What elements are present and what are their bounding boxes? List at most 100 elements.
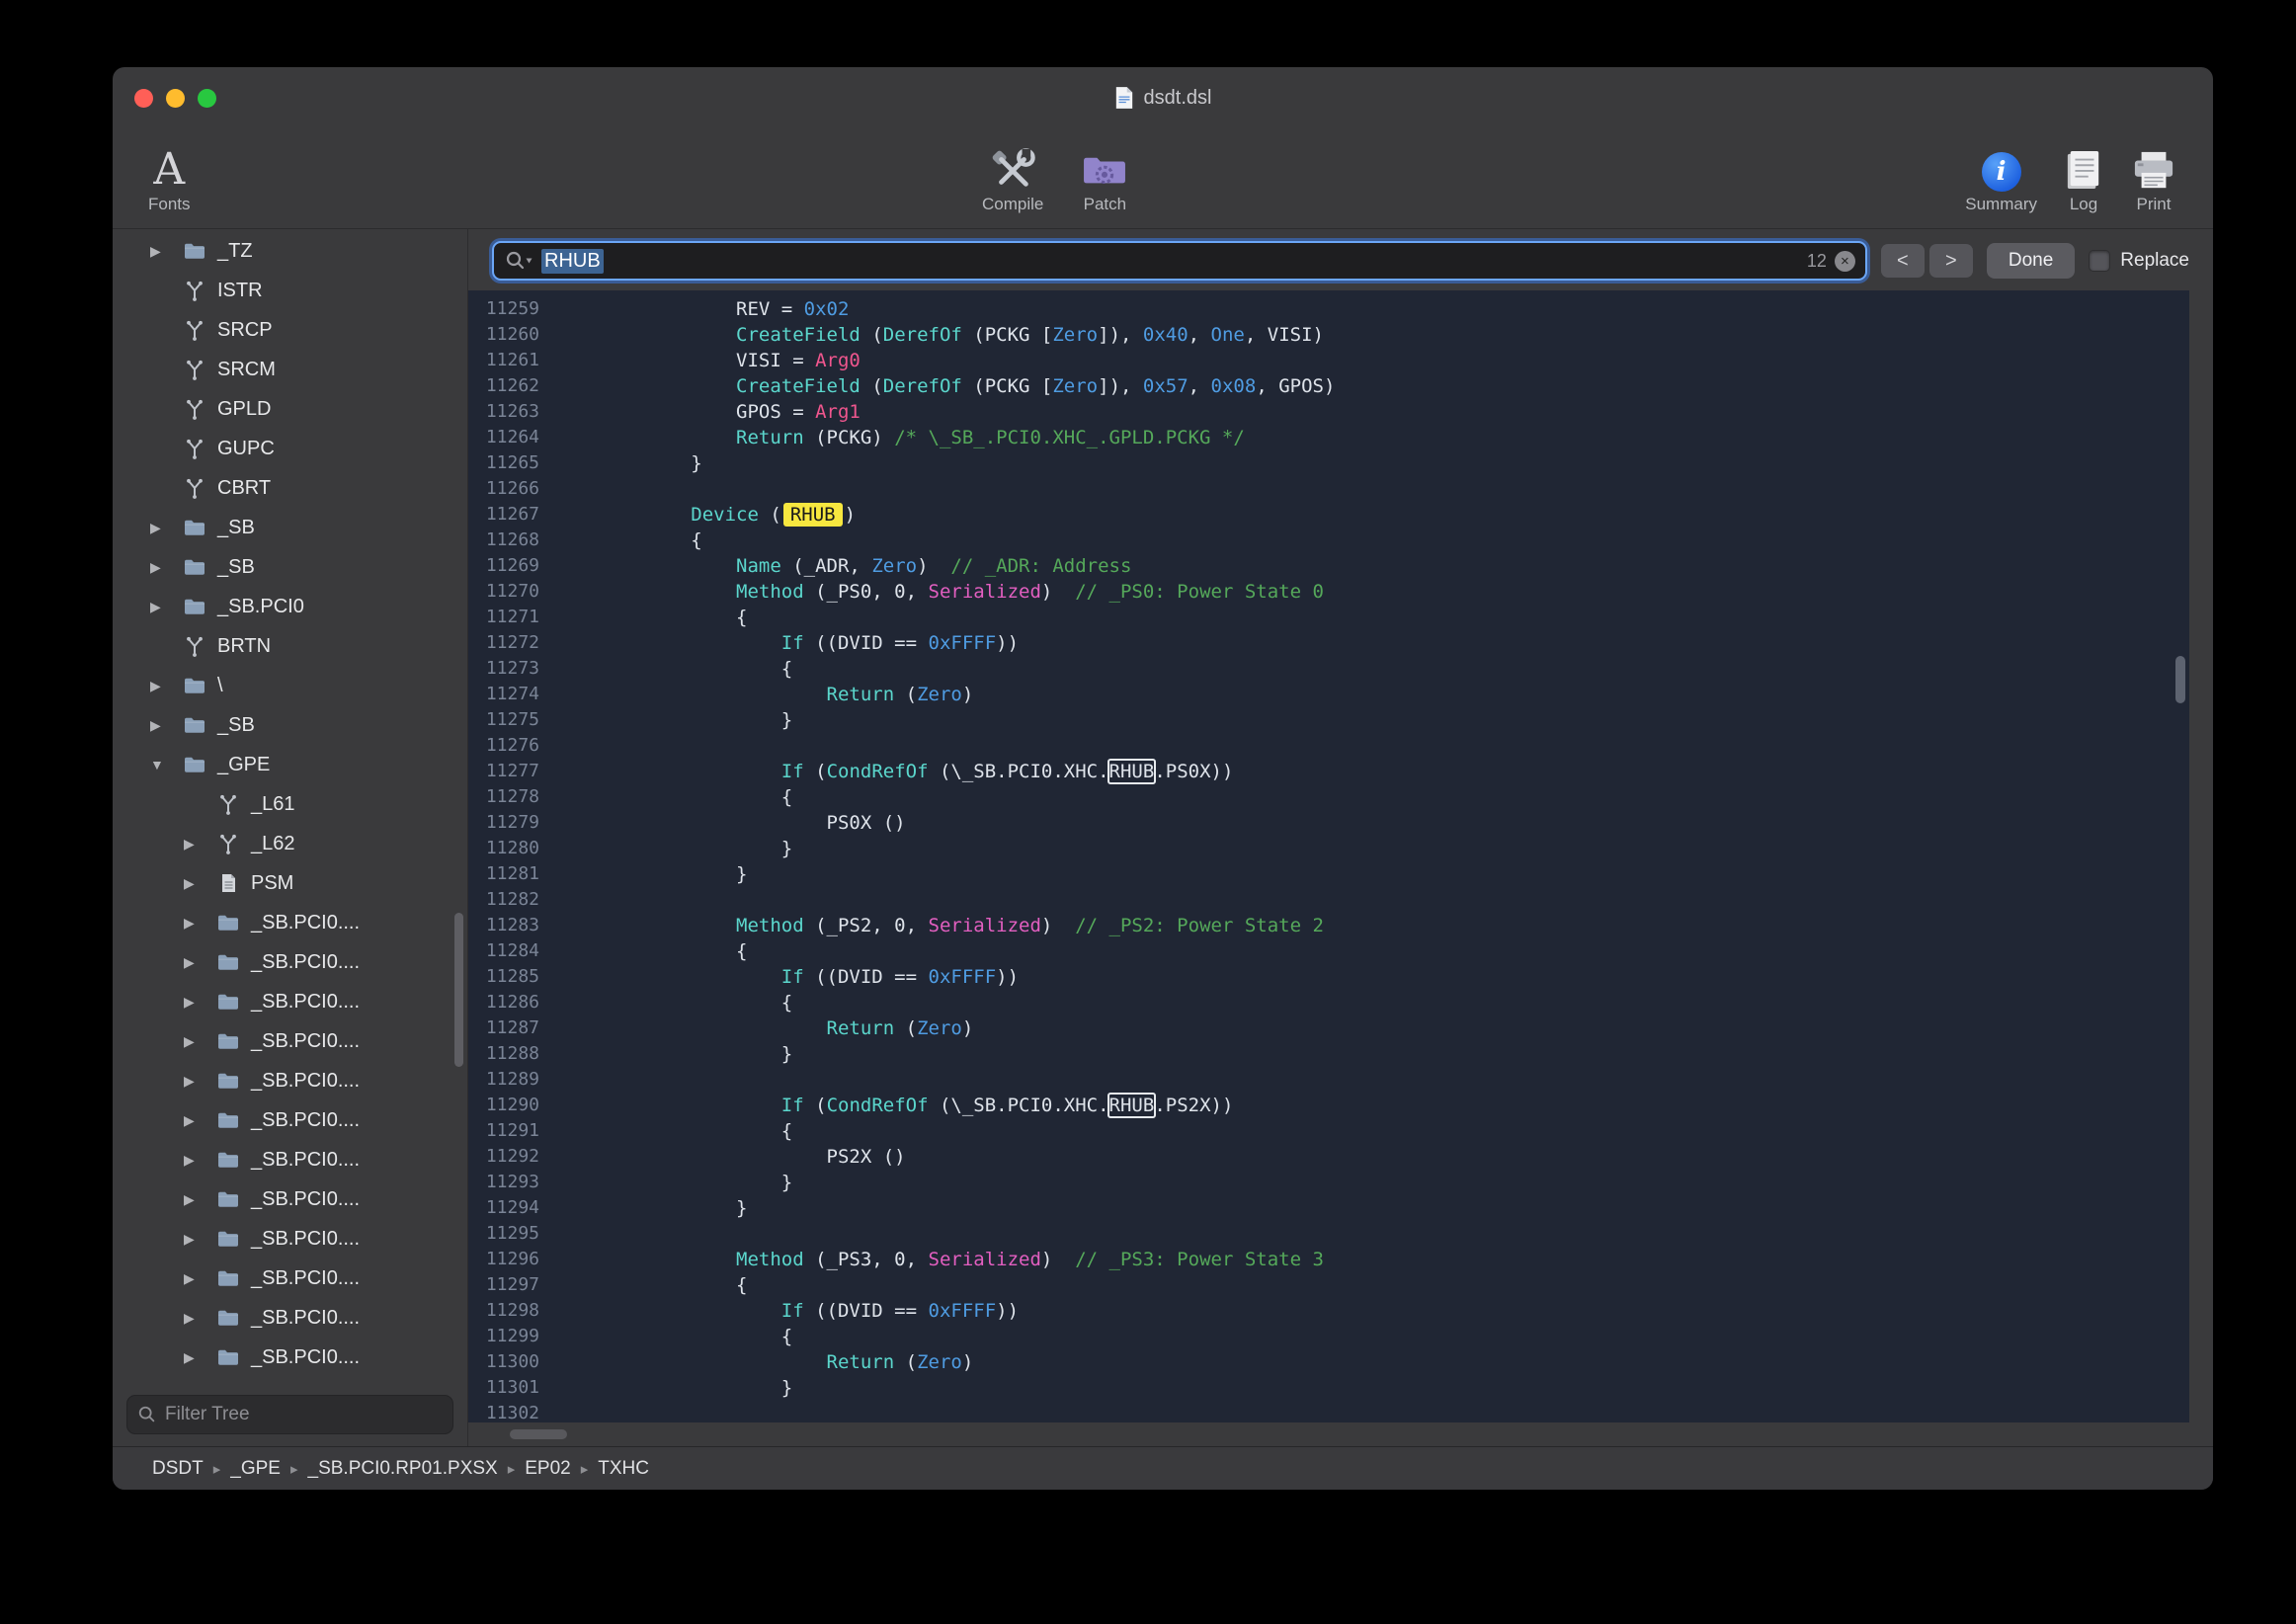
code-text[interactable]: Method (_PS3, 0, Serialized) // _PS3: Po…	[555, 1247, 2189, 1272]
clear-search-icon[interactable]: ×	[1835, 251, 1855, 272]
code-text[interactable]: {	[555, 656, 2189, 682]
find-search-field[interactable]: RHUB 12 ×	[492, 241, 1867, 281]
tree-item[interactable]: ▶ _SB.PCI0....	[113, 1338, 467, 1377]
tree-item[interactable]: ISTR	[113, 271, 467, 310]
code-text[interactable]: }	[555, 1041, 2189, 1067]
find-previous-button[interactable]: <	[1881, 244, 1925, 278]
code-text[interactable]: {	[555, 605, 2189, 630]
find-query-text[interactable]: RHUB	[541, 249, 604, 274]
close-window-button[interactable]	[134, 89, 153, 108]
code-text[interactable]: If ((DVID == 0xFFFF))	[555, 1298, 2189, 1324]
summary-button[interactable]: i Summary	[1965, 136, 2037, 214]
code-text[interactable]: CreateField (DerefOf (PCKG [Zero]), 0x40…	[555, 322, 2189, 348]
code-text[interactable]: REV = 0x02	[555, 296, 2189, 322]
tree-item[interactable]: ▶ _SB	[113, 705, 467, 745]
tree-item[interactable]: ▶ _SB.PCI0....	[113, 1179, 467, 1219]
code-text[interactable]: If (CondRefOf (\_SB.PCI0.XHC.RHUB.PS2X))	[555, 1093, 2189, 1118]
search-icon[interactable]	[504, 250, 533, 272]
disclosure-triangle-icon[interactable]: ▶	[184, 1310, 215, 1327]
tree-item[interactable]: ▶ _SB.PCI0....	[113, 982, 467, 1021]
disclosure-triangle-icon[interactable]: ▶	[184, 1349, 215, 1366]
code-text[interactable]: {	[555, 528, 2189, 553]
code-text[interactable]	[555, 1221, 2189, 1247]
tree-item[interactable]: ▶ _L62	[113, 824, 467, 863]
editor-vertical-scrollbar[interactable]	[2175, 656, 2185, 703]
breadcrumb-item[interactable]: _SB.PCI0.RP01.PXSX	[308, 1458, 498, 1480]
tree-item[interactable]: ▶ _SB.PCI0....	[113, 1259, 467, 1298]
breadcrumb-item[interactable]: DSDT	[152, 1458, 204, 1480]
code-text[interactable]: }	[555, 836, 2189, 861]
tree-item[interactable]: ▶ _SB.PCI0....	[113, 1219, 467, 1259]
code-text[interactable]: {	[555, 1324, 2189, 1349]
code-text[interactable]: {	[555, 938, 2189, 964]
tree-item[interactable]: ▶ _SB.PCI0....	[113, 1298, 467, 1338]
disclosure-triangle-icon[interactable]: ▶	[184, 1112, 215, 1129]
code-text[interactable]: {	[555, 1118, 2189, 1144]
code-text[interactable]: Return (Zero)	[555, 1015, 2189, 1041]
tree-item[interactable]: GPLD	[113, 389, 467, 429]
code-text[interactable]: PS0X ()	[555, 810, 2189, 836]
editor-horizontal-scrollbar[interactable]	[510, 1429, 567, 1439]
disclosure-triangle-icon[interactable]: ▶	[184, 1270, 215, 1287]
patch-button[interactable]: Patch	[1081, 136, 1128, 214]
code-text[interactable]: If ((DVID == 0xFFFF))	[555, 964, 2189, 990]
code-editor[interactable]: 11259 REV = 0x02 11260 CreateField (Dere…	[468, 290, 2189, 1422]
code-text[interactable]: {	[555, 784, 2189, 810]
compile-button[interactable]: Compile	[982, 136, 1043, 214]
tree-item[interactable]: _L61	[113, 784, 467, 824]
tree-item[interactable]: ▶ _SB.PCI0....	[113, 1021, 467, 1061]
tree-item[interactable]: ▶ _SB.PCI0....	[113, 903, 467, 942]
tree-item[interactable]: GUPC	[113, 429, 467, 468]
disclosure-triangle-icon[interactable]: ▶	[184, 915, 215, 932]
disclosure-triangle-icon[interactable]: ▶	[150, 520, 182, 536]
disclosure-triangle-icon[interactable]: ▶	[184, 1033, 215, 1050]
disclosure-triangle-icon[interactable]: ▶	[184, 1152, 215, 1169]
disclosure-triangle-icon[interactable]: ▶	[150, 559, 182, 576]
find-next-button[interactable]: >	[1929, 244, 1973, 278]
breadcrumb-item[interactable]: TXHC	[598, 1458, 649, 1480]
print-button[interactable]: Print	[2130, 136, 2177, 214]
disclosure-triangle-icon[interactable]: ▶	[184, 836, 215, 853]
code-text[interactable]: }	[555, 1170, 2189, 1195]
tree-item[interactable]: ▶ _SB.PCI0....	[113, 1140, 467, 1179]
disclosure-triangle-icon[interactable]: ▼	[150, 757, 182, 772]
filter-tree-input[interactable]	[165, 1404, 443, 1425]
disclosure-triangle-icon[interactable]: ▶	[184, 875, 215, 892]
code-text[interactable]	[555, 1067, 2189, 1093]
disclosure-triangle-icon[interactable]: ▶	[184, 954, 215, 971]
code-text[interactable]: VISI = Arg0	[555, 348, 2189, 373]
code-text[interactable]: PS2X ()	[555, 1144, 2189, 1170]
code-text[interactable]: {	[555, 990, 2189, 1015]
code-text[interactable]: Method (_PS2, 0, Serialized) // _PS2: Po…	[555, 913, 2189, 938]
tree-item[interactable]: ▶ _SB.PCI0....	[113, 1061, 467, 1100]
tree-item[interactable]: BRTN	[113, 626, 467, 666]
code-text[interactable]: Name (_ADR, Zero) // _ADR: Address	[555, 553, 2189, 579]
code-text[interactable]: }	[555, 707, 2189, 733]
minimize-window-button[interactable]	[166, 89, 185, 108]
code-text[interactable]: Method (_PS0, 0, Serialized) // _PS0: Po…	[555, 579, 2189, 605]
replace-checkbox[interactable]	[2089, 250, 2110, 272]
code-text[interactable]: Return (Zero)	[555, 1349, 2189, 1375]
tree-item[interactable]: ▶ \	[113, 666, 467, 705]
code-text[interactable]	[555, 733, 2189, 759]
tree-item[interactable]: ▶ _SB.PCI0	[113, 587, 467, 626]
disclosure-triangle-icon[interactable]: ▶	[184, 994, 215, 1011]
code-text[interactable]: }	[555, 1195, 2189, 1221]
tree-item[interactable]: SRCM	[113, 350, 467, 389]
done-button[interactable]: Done	[1987, 243, 2075, 279]
tree-item[interactable]: ▶ _SB	[113, 508, 467, 547]
code-text[interactable]: CreateField (DerefOf (PCKG [Zero]), 0x57…	[555, 373, 2189, 399]
tree-item[interactable]: ▶ _SB.PCI0....	[113, 1100, 467, 1140]
code-text[interactable]	[555, 476, 2189, 502]
code-text[interactable]: }	[555, 450, 2189, 476]
tree-item[interactable]: CBRT	[113, 468, 467, 508]
fonts-button[interactable]: A Fonts	[148, 136, 191, 214]
disclosure-triangle-icon[interactable]: ▶	[184, 1073, 215, 1090]
tree-item[interactable]: ▶ _SB	[113, 547, 467, 587]
tree-item[interactable]: SRCP	[113, 310, 467, 350]
disclosure-triangle-icon[interactable]: ▶	[150, 599, 182, 615]
log-button[interactable]: Log	[2065, 136, 2102, 214]
disclosure-triangle-icon[interactable]: ▶	[150, 717, 182, 734]
code-text[interactable]: }	[555, 1375, 2189, 1401]
breadcrumb-item[interactable]: EP02	[525, 1458, 570, 1480]
